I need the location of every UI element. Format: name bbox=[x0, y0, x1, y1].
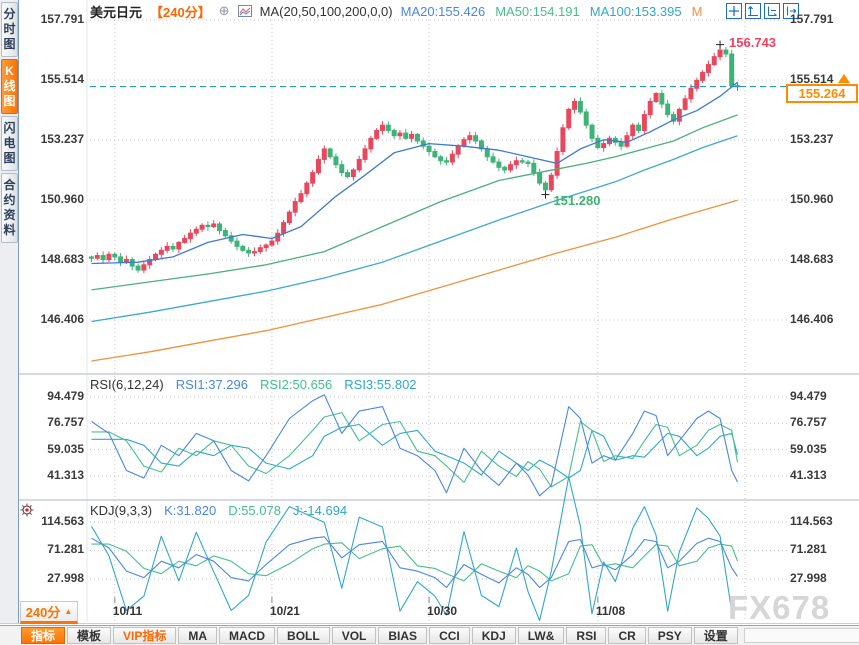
toolbar-button-BOLL[interactable]: BOLL bbox=[277, 627, 330, 644]
mini-chart-icon[interactable] bbox=[237, 5, 252, 17]
toolbar-button-MA[interactable]: MA bbox=[178, 627, 218, 644]
kdj-name: KDJ(9,3,3) bbox=[90, 503, 153, 518]
toolbar-button-设置[interactable]: 设置 bbox=[693, 627, 738, 644]
period-selector-label: 240分 bbox=[25, 605, 61, 620]
rsi-name: RSI(6,12,24) bbox=[90, 377, 164, 392]
shift-right-icon[interactable] bbox=[783, 3, 799, 19]
gridlines bbox=[86, 0, 788, 622]
indicator-value: RSI2:50.656 bbox=[259, 377, 333, 392]
watermark: FX678 bbox=[728, 589, 831, 626]
x-axis-scale-icon[interactable] bbox=[764, 3, 780, 19]
indicator-value: RSI3:55.802 bbox=[344, 377, 417, 392]
circle-plus-icon[interactable]: ⊕ bbox=[219, 3, 230, 19]
high-price-annotation: 156.743 bbox=[729, 34, 777, 50]
crosshair-icon[interactable] bbox=[726, 3, 742, 19]
indicator-value: D:55.078 bbox=[228, 503, 281, 518]
toolbar-button-VIP指标[interactable]: VIP指标 bbox=[113, 627, 177, 644]
kdj-indicator-header: KDJ(9,3,3) K:31.820 D:55.078 J:-14.694 bbox=[90, 503, 347, 518]
sidebar-tab-time-chart[interactable]: 分 时 图 bbox=[1, 2, 18, 57]
indicator-marker-icon[interactable] bbox=[20, 503, 34, 517]
ma-settings-label: MA(20,50,100,200,0,0) bbox=[259, 3, 393, 19]
toolbar-button-CCI[interactable]: CCI bbox=[429, 627, 470, 644]
toolbar-button-RSI[interactable]: RSI bbox=[566, 627, 607, 644]
y-axis-scale-icon[interactable] bbox=[745, 3, 761, 19]
indicator-value: MA20:155.426 bbox=[400, 3, 486, 19]
toolbar-button-MACD[interactable]: MACD bbox=[219, 627, 276, 644]
bottom-toolbar: 指标 模板 VIP指标 MA MACD BOLL VOL BIAS CCI KDJ LW& RSI CR… bbox=[0, 625, 859, 645]
chart-canvas[interactable] bbox=[0, 0, 859, 645]
toolbar-button-VOL[interactable]: VOL bbox=[331, 627, 377, 644]
indicator-value: K:31.820 bbox=[164, 503, 217, 518]
last-price-box: 155.264 bbox=[786, 83, 858, 103]
rsi-indicator-header: RSI(6,12,24) RSI1:37.296 RSI2:50.656 RSI3:… bbox=[90, 377, 417, 392]
indicator-value: MA100:153.395 bbox=[589, 3, 682, 19]
chart-tool-icons bbox=[726, 3, 799, 19]
rsi-values: RSI1:37.296 RSI2:50.656 RSI3:55.802 bbox=[176, 377, 417, 392]
toolbar-button-模板[interactable]: 模板 bbox=[67, 627, 112, 644]
period-selector-button[interactable]: 240分 ▲ bbox=[20, 601, 78, 624]
indicator-value: J:-14.694 bbox=[292, 503, 348, 518]
low-price-annotation: 151.280 bbox=[553, 192, 601, 208]
period-tag: 【240分】 bbox=[150, 4, 211, 20]
toolbar-button-CR[interactable]: CR bbox=[608, 627, 646, 644]
indicator-value: MA50:154.191 bbox=[495, 3, 580, 19]
chart-header: 美元日元 【240分】 ⊕ MA(20,50,100,200,0,0) MA20… bbox=[90, 2, 712, 20]
toolbar-button-PSY[interactable]: PSY bbox=[647, 627, 692, 644]
symbol-title: 美元日元 bbox=[90, 4, 143, 20]
sidebar-tab-kline-chart[interactable]: K 线 图 bbox=[1, 59, 18, 114]
indicator-value: RSI1:37.296 bbox=[175, 377, 248, 392]
sidebar-tab-contract-info[interactable]: 合 约 资 料 bbox=[1, 173, 18, 243]
price-arrow-up-icon bbox=[838, 73, 850, 83]
toolbar-button-指标[interactable]: 指标 bbox=[21, 627, 66, 644]
ma-values: MA20:155.426 MA50:154.191 MA100:153.395 M bbox=[401, 4, 713, 19]
toolbar-button-LW&[interactable]: LW& bbox=[517, 627, 565, 644]
sidebar-tab-tick-chart[interactable]: 闪 电 图 bbox=[1, 116, 18, 171]
toolbar-button-KDJ[interactable]: KDJ bbox=[471, 627, 516, 644]
kdj-values: K:31.820 D:55.078 J:-14.694 bbox=[164, 503, 347, 518]
chevron-up-icon: ▲ bbox=[64, 607, 73, 616]
indicator-value: M bbox=[691, 3, 703, 19]
toolbar-button-BIAS[interactable]: BIAS bbox=[378, 627, 428, 644]
trading-app: 分 时 图 K 线 图闪 电 图合 约 资 料 美元日元 【240分】 ⊕ MA(… bbox=[0, 0, 859, 645]
toolbar-status-strip bbox=[743, 628, 859, 643]
sidebar-tabs: 分 时 图 K 线 图闪 电 图合 约 资 料 bbox=[0, 0, 19, 623]
candles bbox=[89, 47, 741, 274]
